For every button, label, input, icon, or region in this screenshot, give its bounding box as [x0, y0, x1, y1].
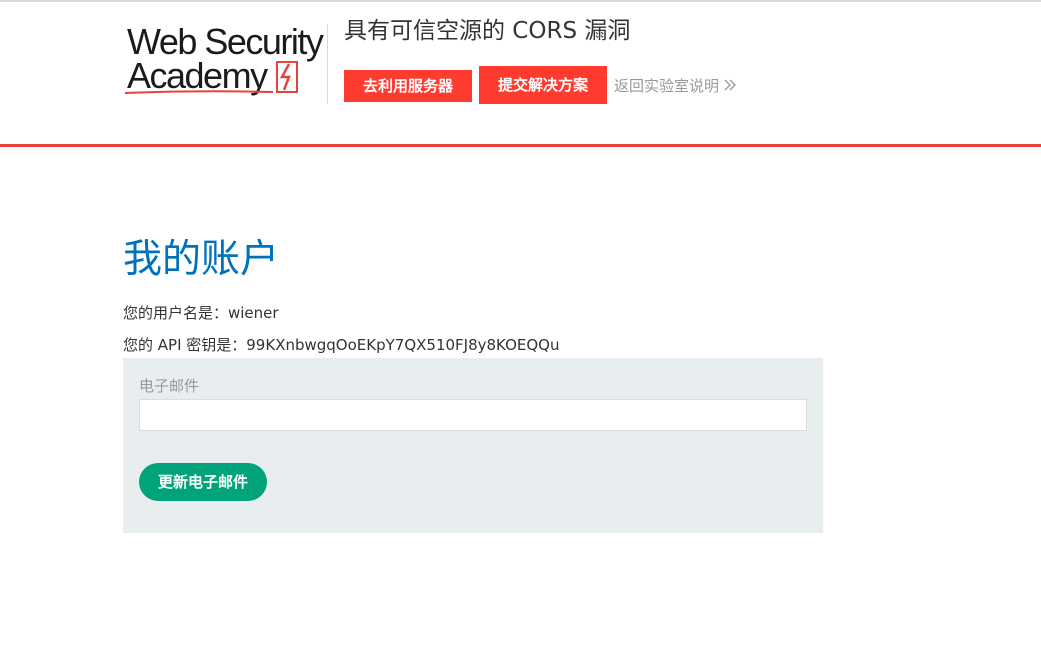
submit-solution-button[interactable]: 提交解决方案 — [479, 66, 607, 104]
page-title: 我的账户 — [123, 237, 280, 282]
username-text: 您的用户名是：wiener — [123, 304, 279, 322]
api-key-text: 您的 API 密钥是：99KXnbwgqOoEKpY7QX510FJ8y8KOE… — [123, 336, 560, 354]
lightning-bolt-icon — [276, 61, 298, 93]
web-security-academy-logo[interactable]: Web Security Academy — [123, 20, 328, 104]
header-divider — [327, 24, 328, 104]
exploit-server-button[interactable]: 去利用服务器 — [344, 70, 472, 102]
email-label: 电子邮件 — [139, 377, 200, 395]
back-link-label: 返回实验室说明 — [614, 77, 720, 95]
change-email-form: 电子邮件 更新电子邮件 — [123, 358, 823, 533]
lab-header: Web Security Academy 具有可信空源的 CORS 漏洞 去利用… — [0, 2, 1041, 144]
header-accent-line — [0, 144, 1041, 147]
double-chevron-right-icon — [723, 75, 737, 99]
back-to-lab-description-link[interactable]: 返回实验室说明 — [614, 74, 737, 99]
logo-underline — [125, 90, 273, 94]
email-field[interactable] — [139, 399, 807, 431]
logo-text-line2: Academy — [127, 55, 268, 96]
lab-title: 具有可信空源的 CORS 漏洞 — [344, 18, 631, 44]
update-email-button[interactable]: 更新电子邮件 — [139, 463, 267, 501]
